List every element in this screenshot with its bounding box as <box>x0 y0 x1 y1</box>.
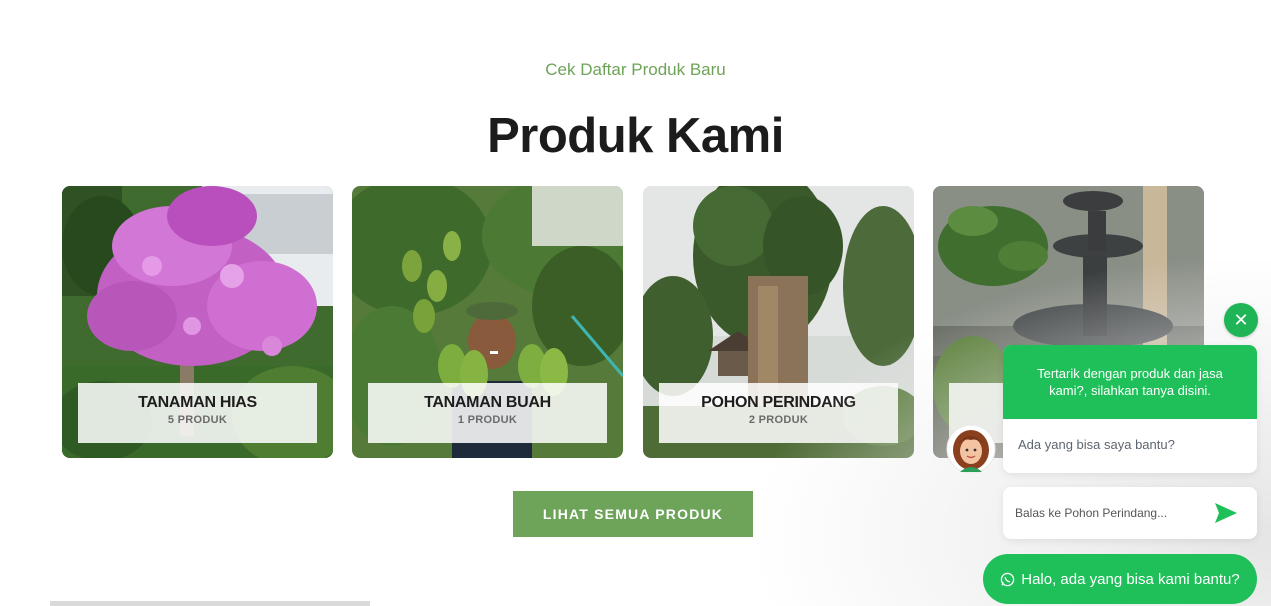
product-card-pohon-perindang[interactable]: POHON PERINDANG 2 PRODUK <box>643 186 914 458</box>
whatsapp-chat-button[interactable]: Halo, ada yang bisa kami bantu? <box>983 554 1257 604</box>
card-name: TANAMAN HIAS <box>138 394 257 411</box>
reply-input[interactable] <box>1015 503 1205 523</box>
card-label: TANAMAN HIAS 5 PRODUK <box>78 383 317 443</box>
card-count: 5 PRODUK <box>167 414 228 426</box>
chat-header: Tertarik dengan produk dan jasa kami?, s… <box>1003 345 1257 419</box>
reply-box <box>1003 487 1257 539</box>
section-subtitle: Cek Daftar Produk Baru <box>545 60 726 79</box>
whatsapp-icon <box>1001 572 1015 586</box>
whatsapp-label: Halo, ada yang bisa kami bantu? <box>1021 570 1240 588</box>
send-icon[interactable] <box>1213 501 1239 525</box>
card-label: POHON PERINDANG 2 PRODUK <box>659 383 898 443</box>
card-label: TANAMAN BUAH 1 PRODUK <box>368 383 607 443</box>
chat-message: Ada yang bisa saya bantu? <box>1018 437 1175 452</box>
agent-avatar <box>946 424 996 474</box>
view-all-products-button[interactable]: LIHAT SEMUA PRODUK <box>513 491 753 537</box>
card-count: 1 PRODUK <box>457 414 518 426</box>
card-name: TANAMAN BUAH <box>424 394 551 411</box>
section-title: Produk Kami <box>487 109 784 163</box>
product-card-tanaman-hias[interactable]: TANAMAN HIAS 5 PRODUK <box>62 186 333 458</box>
product-card-tanaman-buah[interactable]: TANAMAN BUAH 1 PRODUK <box>352 186 623 458</box>
close-icon: ✕ <box>1233 309 1249 330</box>
card-count: 2 PRODUK <box>748 414 809 426</box>
close-chat-button[interactable]: ✕ <box>1224 303 1258 337</box>
next-section-edge <box>50 601 370 606</box>
chat-popup: Tertarik dengan produk dan jasa kami?, s… <box>1003 345 1257 473</box>
card-name: POHON PERINDANG <box>701 394 856 411</box>
